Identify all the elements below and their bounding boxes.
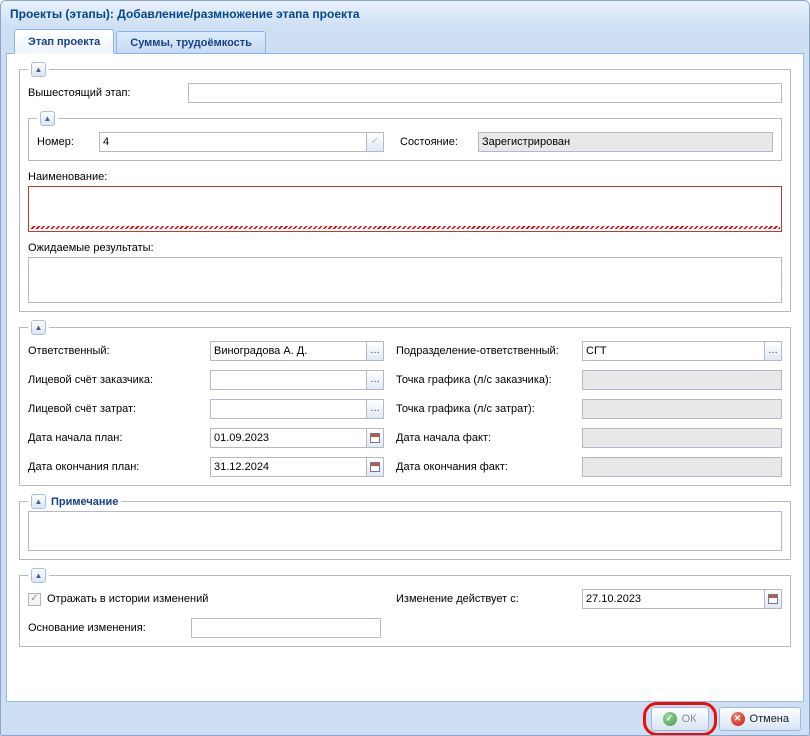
tab-strip: Этап проекта Суммы, трудоёмкость (6, 27, 804, 54)
form-panel: ▲ Вышестоящий этап: ▲ Номер: ✓ (6, 54, 804, 702)
ellipsis-icon: … (768, 346, 778, 356)
number-input[interactable] (99, 132, 367, 152)
collapse-icon-number[interactable]: ▲ (40, 111, 55, 126)
fieldset-general: ▲ Вышестоящий этап: ▲ Номер: ✓ (19, 62, 791, 312)
change-reason-input[interactable] (191, 618, 381, 638)
change-date-calendar-button[interactable] (765, 589, 782, 609)
calendar-icon (370, 462, 380, 472)
department-input[interactable] (582, 341, 765, 361)
costs-account-lookup-button[interactable]: … (367, 399, 384, 419)
tab-sums-label: Суммы, трудоёмкость (130, 37, 252, 49)
date-start-fact-input (582, 428, 782, 448)
note-legend: Примечание (51, 496, 118, 508)
schedule-point-customer-label: Точка графика (л/с заказчика): (396, 374, 582, 386)
window-title: Проекты (этапы): Добавление/размножение … (10, 7, 360, 21)
cancel-button-label: Отмена (750, 713, 789, 725)
collapse-icon-note[interactable]: ▲ (31, 494, 46, 509)
ok-check-icon: ✓ (663, 712, 677, 726)
responsible-label: Ответственный: (28, 345, 210, 357)
history-checkbox: ✓ (28, 593, 41, 606)
ellipsis-icon: … (370, 404, 380, 414)
costs-account-input[interactable] (210, 399, 367, 419)
window-titlebar: Проекты (этапы): Добавление/размножение … (1, 1, 809, 27)
costs-account-label: Лицевой счёт затрат: (28, 403, 210, 415)
tab-stage[interactable]: Этап проекта (14, 29, 114, 54)
state-input (478, 132, 773, 152)
responsible-lookup-button[interactable]: … (367, 341, 384, 361)
responsible-input[interactable] (210, 341, 367, 361)
fieldset-history: ▲ ✓ Отражать в истории изменений Изменен… (19, 568, 791, 647)
parent-stage-label: Вышестоящий этап: (28, 87, 188, 99)
schedule-point-costs-label: Точка графика (л/с затрат): (396, 403, 582, 415)
fieldset-number-state: ▲ Номер: ✓ Состояние: (28, 111, 782, 161)
date-end-fact-input (582, 457, 782, 477)
customer-account-lookup-button[interactable]: … (367, 370, 384, 390)
number-label: Номер: (37, 136, 99, 148)
date-end-plan-input[interactable] (210, 457, 367, 477)
department-lookup-button[interactable]: … (765, 341, 782, 361)
change-date-label: Изменение действует с: (396, 593, 582, 605)
name-textarea[interactable] (28, 186, 782, 232)
change-date-input[interactable] (582, 589, 765, 609)
schedule-point-customer-input (582, 370, 782, 390)
collapse-icon-general[interactable]: ▲ (31, 62, 46, 77)
history-checkbox-label: Отражать в истории изменений (47, 593, 208, 605)
state-label: Состояние: (400, 136, 478, 148)
calendar-icon (370, 433, 380, 443)
expected-results-textarea[interactable] (28, 257, 782, 303)
name-label: Наименование: (28, 171, 782, 183)
ok-button[interactable]: ✓ ОК (651, 707, 709, 731)
expected-results-label: Ожидаемые результаты: (28, 242, 782, 254)
number-trigger-button: ✓ (367, 132, 384, 152)
date-start-plan-label: Дата начала план: (28, 432, 210, 444)
calendar-icon (768, 594, 778, 604)
tab-stage-label: Этап проекта (28, 36, 100, 48)
schedule-point-costs-input (582, 399, 782, 419)
change-reason-label: Основание изменения: (28, 622, 191, 634)
cancel-x-icon: ✕ (731, 712, 745, 726)
date-start-plan-calendar-button[interactable] (367, 428, 384, 448)
ok-button-label: ОК (682, 713, 697, 725)
footer-toolbar: ✓ ОК ✕ Отмена (1, 702, 809, 735)
date-end-fact-label: Дата окончания факт: (396, 461, 582, 473)
customer-account-input[interactable] (210, 370, 367, 390)
fieldset-details: ▲ Ответственный: … Подразделение-ответст… (19, 320, 791, 486)
date-start-plan-input[interactable] (210, 428, 367, 448)
parent-stage-input[interactable] (188, 83, 782, 103)
cancel-button[interactable]: ✕ Отмена (719, 707, 801, 731)
department-label: Подразделение-ответственный: (396, 345, 582, 357)
check-icon: ✓ (371, 137, 379, 147)
tab-sums[interactable]: Суммы, трудоёмкость (116, 31, 266, 53)
collapse-icon-history[interactable]: ▲ (31, 568, 46, 583)
date-end-plan-label: Дата окончания план: (28, 461, 210, 473)
name-field-wrap (28, 186, 782, 232)
ellipsis-icon: … (370, 375, 380, 385)
dialog-window: Проекты (этапы): Добавление/размножение … (0, 0, 810, 736)
customer-account-label: Лицевой счёт заказчика: (28, 374, 210, 386)
ellipsis-icon: … (370, 346, 380, 356)
note-textarea[interactable] (28, 511, 782, 551)
collapse-icon-details[interactable]: ▲ (31, 320, 46, 335)
fieldset-note: ▲ Примечание (19, 494, 791, 560)
date-end-plan-calendar-button[interactable] (367, 457, 384, 477)
date-start-fact-label: Дата начала факт: (396, 432, 582, 444)
